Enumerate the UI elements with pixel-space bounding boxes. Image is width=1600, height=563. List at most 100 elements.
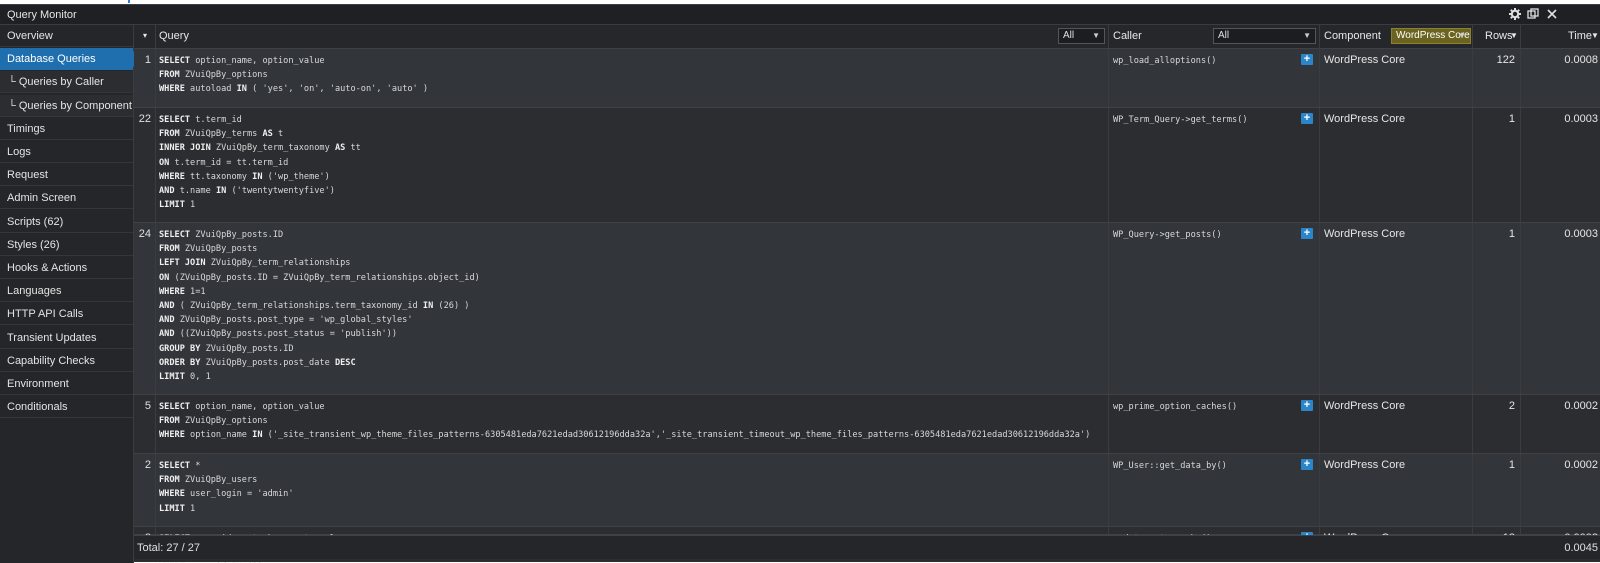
- sidebar-item[interactable]: Scripts (62): [0, 211, 133, 233]
- sql-keyword: FROM: [159, 244, 180, 255]
- sidebar-item[interactable]: Capability Checks: [0, 350, 133, 372]
- query-number: 3: [134, 527, 156, 544]
- sql-keyword: DESC: [334, 357, 356, 368]
- sql-text: ZVuiQpBy_term_relationships: [205, 258, 351, 269]
- time-header[interactable]: Time ▼: [1521, 25, 1600, 49]
- sql-line: AND ZVuiQpBy_posts.post_type = 'wp_globa…: [159, 313, 1108, 327]
- sql-text: ZVuiQpBy_posts.ID: [190, 230, 284, 240]
- caller-name: wp_load_alloptions(): [1113, 56, 1217, 66]
- plus-icon[interactable]: +: [1301, 54, 1313, 65]
- chevron-down-icon: ▼: [1458, 31, 1466, 40]
- sidebar-nav: Overview Database Queries └ Queries by Cal…: [0, 25, 141, 563]
- sql-keyword: SELECT: [159, 56, 191, 66]
- sql-keyword: SELECT: [159, 230, 191, 240]
- sql-line: FROM ZVuiQpBy_terms AS t: [159, 127, 1108, 141]
- table-row: 22 SELECT t.term_id FROM ZVuiQpBy_terms AS…: [134, 108, 1600, 223]
- sql-keyword: WHERE: [159, 489, 185, 500]
- query-rows: 1: [1473, 454, 1521, 526]
- sidebar-item[interactable]: └ Queries by Caller: [0, 71, 133, 94]
- sql-text: ZVuiQpBy_users: [179, 475, 258, 486]
- sort-header[interactable]: ▾: [134, 25, 156, 49]
- sql-text: t: [272, 129, 284, 140]
- query-component: WordPress Core: [1320, 454, 1473, 526]
- sidebar-item[interactable]: Conditionals: [0, 396, 133, 419]
- sidebar-item[interactable]: Transient Updates: [0, 327, 133, 349]
- query-filter-select[interactable]: All ▼: [1058, 28, 1105, 44]
- sql-text: ('_site_transient_wp_theme_files_pattern…: [262, 430, 1091, 441]
- sidebar-item[interactable]: └ Queries by Component: [0, 94, 133, 117]
- caller-name: WP_Term_Query->get_terms(): [1113, 115, 1248, 125]
- sql-text: tt.taxonomy: [184, 171, 253, 182]
- component-filter-select[interactable]: WordPress Core ▼: [1391, 28, 1471, 44]
- sql-text: ((ZVuiQpBy_posts.post_status = 'publish'…: [174, 329, 398, 340]
- sidebar-item[interactable]: Timings: [0, 118, 133, 140]
- sql-keyword: FROM: [159, 129, 180, 140]
- sql-line: WHERE user_login = 'admin': [159, 487, 1108, 501]
- query-rows: 1: [1473, 108, 1521, 222]
- plus-icon[interactable]: +: [1301, 228, 1313, 239]
- popout-icon[interactable]: [1526, 7, 1540, 21]
- sql-text: option_name: [184, 430, 253, 441]
- sql-keyword: SELECT: [159, 115, 191, 125]
- sql-line: INNER JOIN ZVuiQpBy_term_taxonomy AS tt: [159, 141, 1108, 155]
- sql-line: FROM ZVuiQpBy_users: [159, 473, 1108, 487]
- sql-line: ON (ZVuiQpBy_posts.ID = ZVuiQpBy_term_re…: [159, 271, 1108, 285]
- sort-down-icon: ▼: [1510, 31, 1518, 40]
- sidebar-item[interactable]: Database Queries: [0, 48, 141, 71]
- sql-keyword: IN: [236, 84, 247, 95]
- query-rows: 18: [1473, 527, 1521, 544]
- caller-name: WP_Query->get_posts(): [1113, 230, 1222, 240]
- sidebar-item[interactable]: Request: [0, 164, 133, 187]
- sidebar-item[interactable]: Admin Screen: [0, 187, 133, 210]
- query-component: WordPress Core: [1320, 223, 1473, 394]
- close-icon[interactable]: [1545, 7, 1559, 21]
- sql-line: LEFT JOIN ZVuiQpBy_term_relationships: [159, 256, 1108, 270]
- query-time: 0.0003: [1564, 228, 1598, 240]
- query-number: 2: [134, 454, 156, 526]
- sidebar-item[interactable]: Styles (26): [0, 234, 133, 256]
- sidebar-item[interactable]: Languages: [0, 280, 133, 303]
- sql-line: WHERE option_name IN ('_site_transient_w…: [159, 428, 1108, 442]
- sql-text: ZVuiQpBy_posts: [179, 244, 258, 255]
- query-component: WordPress Core: [1320, 395, 1473, 453]
- plus-icon[interactable]: +: [1301, 400, 1313, 411]
- query-sql: SELECT option_name, option_value FROM ZVu…: [156, 395, 1109, 453]
- query-number: 5: [134, 395, 156, 453]
- sql-keyword: FROM: [159, 70, 180, 81]
- sidebar-item[interactable]: Hooks & Actions: [0, 257, 133, 279]
- plus-icon[interactable]: +: [1301, 113, 1313, 124]
- time-header-label: Time: [1568, 30, 1593, 42]
- query-caller: WP_Term_Query->get_terms() +: [1109, 108, 1320, 222]
- sql-text: t.term_id: [190, 115, 242, 125]
- sql-text: (ZVuiQpBy_posts.ID = ZVuiQpBy_term_relat…: [169, 272, 480, 283]
- caller-name: wp_prime_option_caches(): [1113, 402, 1238, 412]
- sql-keyword: AND: [159, 300, 175, 311]
- caller-filter-select[interactable]: All ▼: [1213, 28, 1316, 44]
- sql-keyword: GROUP BY: [159, 343, 201, 354]
- sql-line: SELECT option_name, option_value: [159, 400, 1108, 414]
- rows-header[interactable]: Rows ▼: [1473, 25, 1521, 49]
- sql-keyword: IN: [422, 300, 434, 311]
- gear-icon[interactable]: [1508, 7, 1522, 21]
- query-time: 0.0002: [1564, 459, 1598, 471]
- sql-text: ZVuiQpBy_terms: [179, 129, 263, 140]
- plus-icon[interactable]: +: [1301, 459, 1313, 470]
- chevron-down-icon: ▼: [1303, 31, 1311, 40]
- sql-keyword: IN: [215, 185, 227, 196]
- sql-keyword: IN: [252, 430, 263, 441]
- sql-keyword: FROM: [159, 416, 180, 427]
- sidebar-item[interactable]: HTTP API Calls: [0, 303, 133, 326]
- query-filter-value: All: [1063, 30, 1075, 41]
- sql-text: (26) ): [433, 300, 470, 311]
- query-header: Query All ▼: [156, 25, 1109, 49]
- caller-header-label: Caller: [1113, 30, 1142, 42]
- sql-keyword: LIMIT: [159, 503, 185, 514]
- sidebar-item[interactable]: Logs: [0, 141, 133, 163]
- rows-header-label: Rows: [1485, 30, 1513, 42]
- sidebar-item[interactable]: Overview: [0, 25, 133, 47]
- query-sql: SELECT * FROM ZVuiQpBy_users WHERE user_lo…: [156, 454, 1109, 526]
- top-accent: [128, 0, 130, 3]
- query-caller: WP_Query->get_posts() +: [1109, 223, 1320, 394]
- sidebar-item[interactable]: Environment: [0, 373, 133, 395]
- sql-text: ZVuiQpBy_posts.post_type = 'wp_global_st…: [174, 315, 413, 326]
